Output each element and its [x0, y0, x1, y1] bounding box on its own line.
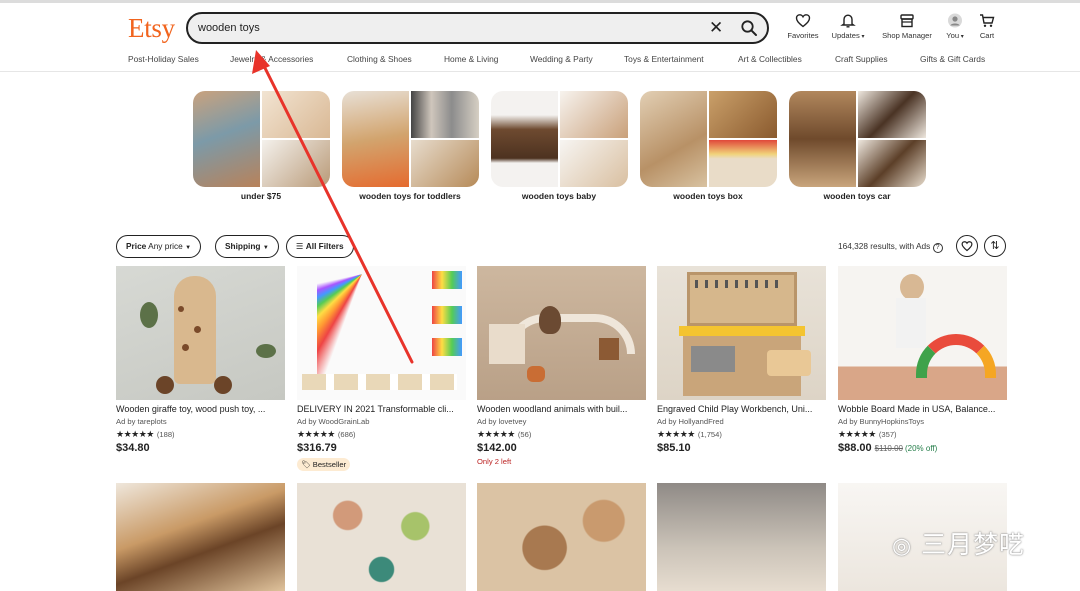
wechat-icon: ◎	[892, 534, 913, 559]
annotation-arrow	[252, 50, 414, 364]
watermark: ◎ 三月梦呓	[892, 530, 1026, 559]
